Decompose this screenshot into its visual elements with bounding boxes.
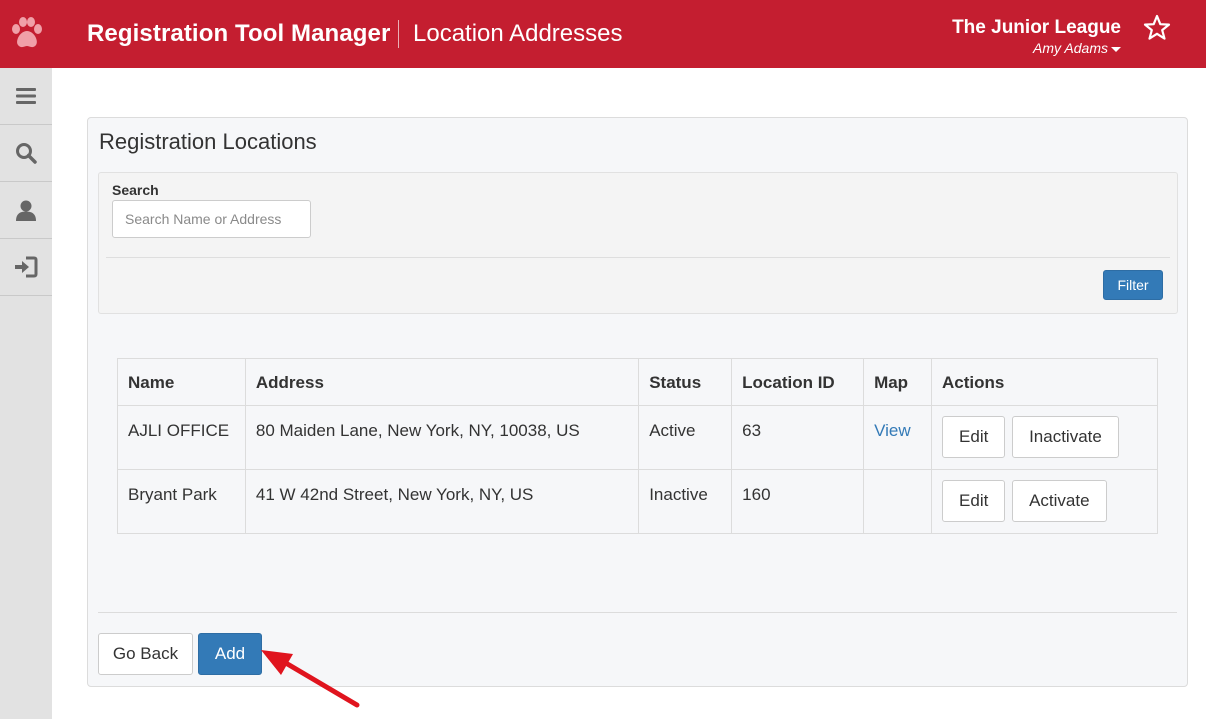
panel-title: Registration Locations [99,129,317,154]
actions-cell: Edit Inactivate [931,405,1158,470]
sidebar-item-user[interactable] [0,182,52,239]
divider [106,257,1170,258]
location-name: AJLI OFFICE [117,405,246,470]
sidebar [0,68,52,719]
edit-button[interactable]: Edit [942,416,1006,458]
title-divider [398,20,399,48]
table-row: Bryant Park 41 W 42nd Street, New York, … [117,469,1158,534]
location-address: 41 W 42nd Street, New York, NY, US [244,469,640,534]
inactivate-button[interactable]: Inactivate [1012,416,1119,458]
app-header: Registration Tool Manager Location Addre… [0,0,1206,68]
chevron-down-icon [1111,46,1121,52]
location-id: 160 [731,469,865,534]
table-row: AJLI OFFICE 80 Maiden Lane, New York, NY… [117,405,1158,470]
go-back-button[interactable]: Go Back [98,633,193,675]
menu-icon [16,88,36,104]
sidebar-item-search[interactable] [0,125,52,182]
sidebar-item-menu[interactable] [0,68,52,125]
user-menu[interactable]: Amy Adams [1033,40,1121,56]
edit-button[interactable]: Edit [942,480,1006,522]
location-address: 80 Maiden Lane, New York, NY, 10038, US [244,405,640,470]
locations-table: Name Address Status Location ID Map Acti… [117,358,1158,534]
column-header-address: Address [244,358,640,406]
view-map-link[interactable]: View [874,421,911,440]
sign-out-icon [15,256,38,278]
page-title: Location Addresses [413,20,623,47]
user-name: Amy Adams [1033,40,1108,56]
footer-divider [98,612,1177,613]
activate-button[interactable]: Activate [1012,480,1107,522]
user-icon [16,200,36,221]
column-header-name: Name [117,358,246,406]
app-title: Registration Tool Manager [87,20,391,47]
location-status: Active [638,405,733,470]
sidebar-item-sign-out[interactable] [0,239,52,296]
organization-name: The Junior League [952,17,1121,38]
add-button[interactable]: Add [198,633,262,675]
column-header-map: Map [863,358,933,406]
location-id: 63 [731,405,865,470]
map-cell: View [863,405,933,470]
filter-button[interactable]: Filter [1103,270,1163,300]
paw-icon[interactable] [8,14,44,54]
column-header-status: Status [638,358,733,406]
location-name: Bryant Park [117,469,246,534]
actions-cell: Edit Activate [931,469,1158,534]
table-header-row: Name Address Status Location ID Map Acti… [117,358,1158,406]
search-filter-box: Search Filter [98,172,1178,314]
star-icon[interactable] [1143,14,1171,42]
location-status: Inactive [638,469,733,534]
search-icon [16,143,37,164]
search-label: Search [112,182,159,198]
column-header-location-id: Location ID [731,358,865,406]
column-header-actions: Actions [931,358,1158,406]
map-cell [863,469,933,534]
search-input[interactable] [112,200,311,238]
registration-locations-panel: Registration Locations Search Filter Nam… [87,117,1188,687]
